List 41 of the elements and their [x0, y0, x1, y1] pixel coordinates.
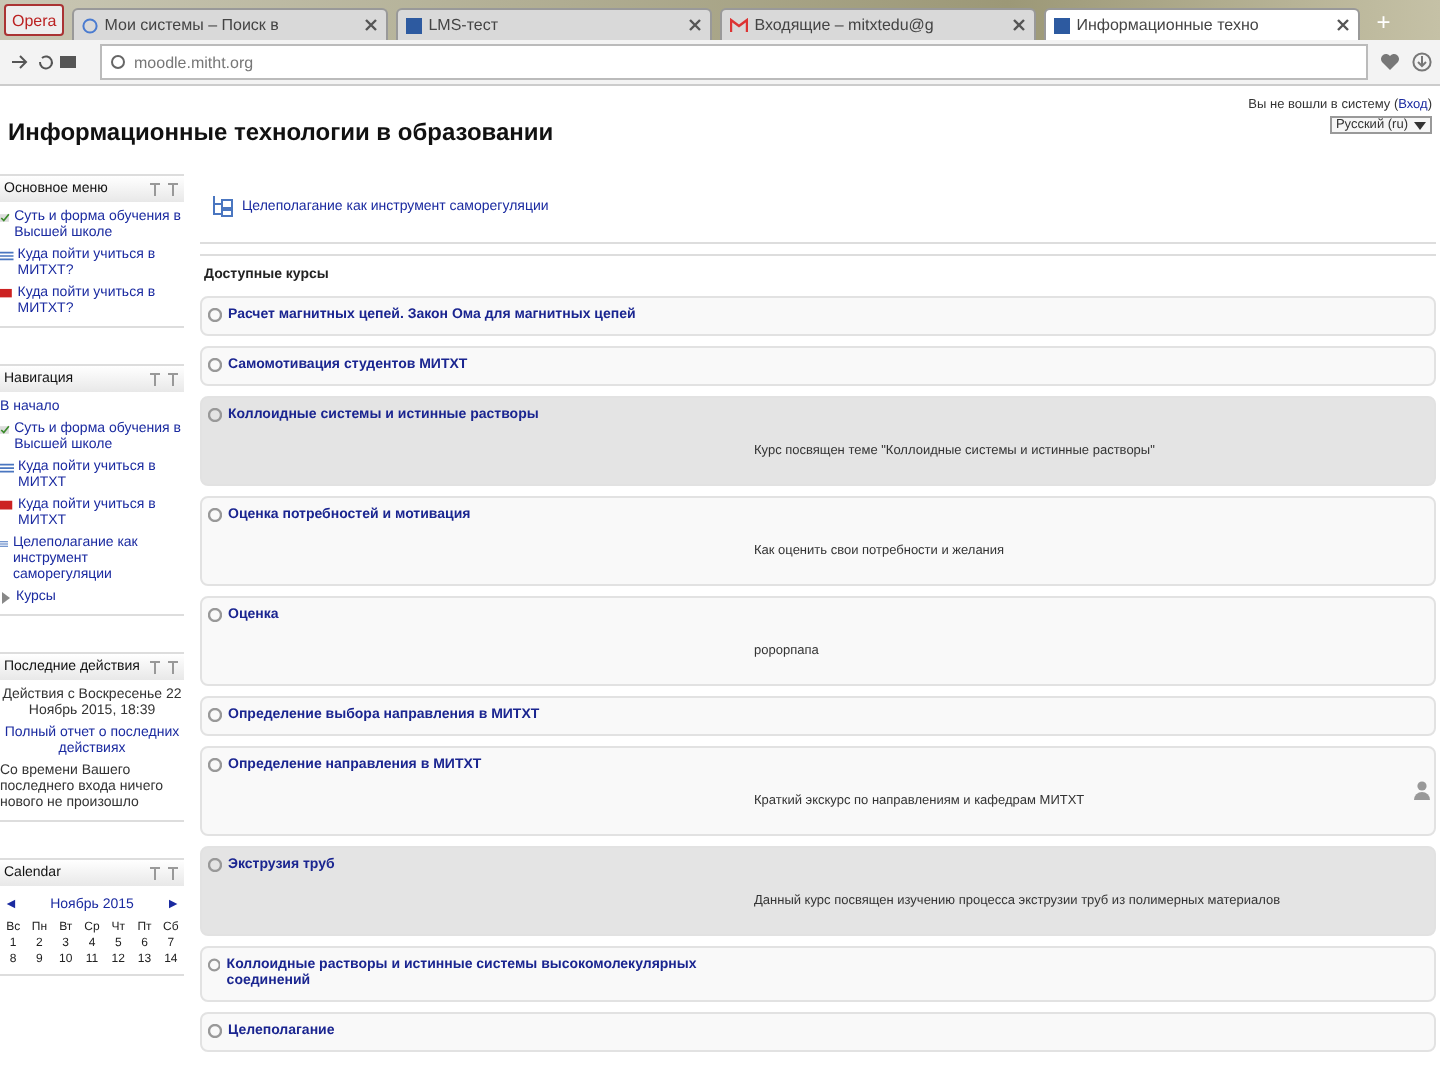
course-icon [208, 708, 222, 722]
close-icon[interactable] [1012, 18, 1027, 32]
course-icon [208, 1024, 222, 1038]
site-title: Информационные технологии в образовании [8, 118, 554, 146]
sitemap-icon [212, 194, 236, 218]
flag-icon [0, 286, 14, 302]
course-icon [208, 858, 222, 872]
block-controls-icon[interactable] [148, 182, 180, 196]
browser-tab[interactable]: Информационные техно [1044, 8, 1361, 40]
course-icon [208, 508, 222, 522]
course-icon [208, 408, 222, 422]
course-icon [208, 758, 222, 772]
expand-arrow-icon [0, 590, 12, 606]
course-icon [208, 308, 222, 322]
dropdown-caret-icon [1414, 121, 1426, 129]
site-icon [406, 17, 423, 33]
list-icon [0, 248, 14, 264]
block-controls-icon[interactable] [148, 372, 180, 386]
checkmark-icon [0, 210, 11, 226]
course-icon [208, 608, 222, 622]
close-icon[interactable] [1336, 18, 1351, 32]
browser-menu-button[interactable]: Opera [4, 4, 65, 36]
address-field[interactable]: moodle.mitht.org [100, 44, 1368, 80]
close-icon[interactable] [364, 18, 379, 32]
site-icon [1054, 17, 1071, 33]
block-controls-icon[interactable] [148, 660, 180, 674]
course-icon [208, 958, 221, 972]
course-icon [208, 358, 222, 372]
list-icon [0, 460, 14, 476]
browser-tab[interactable]: Мои системы – Поиск в [72, 8, 389, 40]
download-icon[interactable] [1412, 52, 1432, 72]
close-icon[interactable] [688, 18, 703, 32]
heart-icon[interactable] [1380, 52, 1400, 72]
browser-tab[interactable]: LMS-тест [396, 8, 713, 40]
browser-tab[interactable]: Входящие – mitxtedu@g [720, 8, 1037, 40]
search-engine-icon [82, 17, 99, 33]
mail-icon [730, 17, 749, 33]
list-icon [0, 536, 9, 552]
flag-icon [0, 498, 14, 514]
checkmark-icon [0, 422, 11, 438]
block-controls-icon[interactable] [148, 866, 180, 880]
